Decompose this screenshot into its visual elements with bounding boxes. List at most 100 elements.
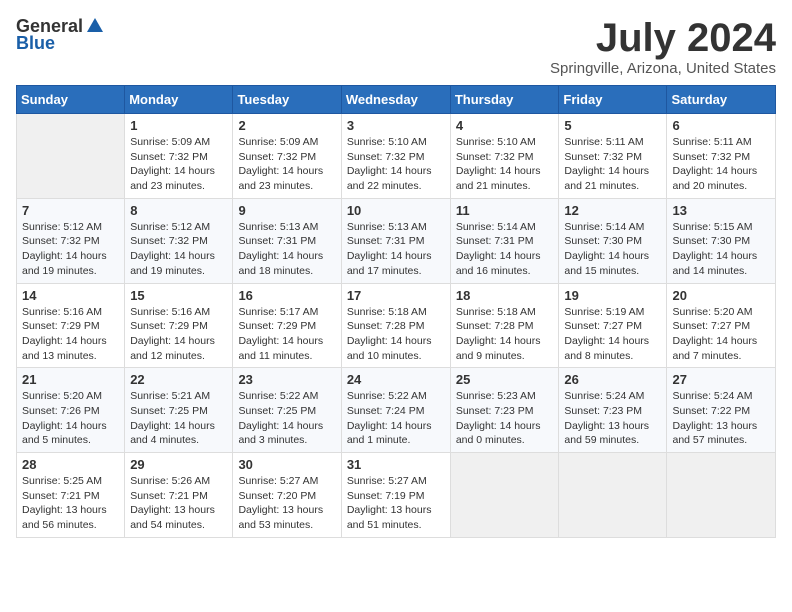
calendar-cell: 27 Sunrise: 5:24 AM Sunset: 7:22 PM Dayli…	[667, 368, 776, 453]
day-number: 18	[456, 288, 554, 303]
day-number: 4	[456, 118, 554, 133]
day-info: Sunrise: 5:16 AM Sunset: 7:29 PM Dayligh…	[130, 305, 227, 364]
day-info: Sunrise: 5:25 AM Sunset: 7:21 PM Dayligh…	[22, 474, 119, 533]
day-info: Sunrise: 5:27 AM Sunset: 7:19 PM Dayligh…	[347, 474, 445, 533]
day-info: Sunrise: 5:23 AM Sunset: 7:23 PM Dayligh…	[456, 389, 554, 448]
day-number: 3	[347, 118, 445, 133]
calendar-cell: 14Sunrise: 5:16 AM Sunset: 7:29 PM Dayli…	[17, 283, 125, 368]
day-info: Sunrise: 5:13 AM Sunset: 7:31 PM Dayligh…	[347, 220, 445, 279]
calendar-cell: 12 Sunrise: 5:14 AM Sunset: 7:30 PM Dayli…	[559, 198, 667, 283]
day-info: Sunrise: 5:20 AM Sunset: 7:27 PM Dayligh…	[672, 305, 770, 364]
day-info: Sunrise: 5:12 AM Sunset: 7:32 PM Dayligh…	[22, 220, 119, 279]
day-info: Sunrise: 5:09 AM Sunset: 7:32 PM Dayligh…	[130, 135, 227, 194]
calendar-table: SundayMondayTuesdayWednesdayThursdayFrid…	[16, 85, 776, 538]
calendar-cell: 9 Sunrise: 5:13 AM Sunset: 7:31 PM Daylig…	[233, 198, 341, 283]
day-number: 12	[564, 203, 661, 218]
day-number: 27	[672, 372, 770, 387]
logo-icon	[85, 16, 105, 36]
week-row-4: 21 Sunrise: 5:20 AM Sunset: 7:26 PM Dayli…	[17, 368, 776, 453]
day-number: 2	[238, 118, 335, 133]
calendar-cell: 25 Sunrise: 5:23 AM Sunset: 7:23 PM Dayli…	[450, 368, 559, 453]
calendar-cell: 13Sunrise: 5:15 AM Sunset: 7:30 PM Dayli…	[667, 198, 776, 283]
week-row-5: 28 Sunrise: 5:25 AM Sunset: 7:21 PM Dayli…	[17, 453, 776, 538]
column-header-sunday: Sunday	[17, 86, 125, 114]
day-number: 8	[130, 203, 227, 218]
calendar-cell: 8Sunrise: 5:12 AM Sunset: 7:32 PM Daylig…	[125, 198, 233, 283]
week-row-1: 1 Sunrise: 5:09 AM Sunset: 7:32 PM Daylig…	[17, 114, 776, 199]
day-number: 31	[347, 457, 445, 472]
calendar-cell: 26 Sunrise: 5:24 AM Sunset: 7:23 PM Dayli…	[559, 368, 667, 453]
day-info: Sunrise: 5:13 AM Sunset: 7:31 PM Dayligh…	[238, 220, 335, 279]
day-info: Sunrise: 5:21 AM Sunset: 7:25 PM Dayligh…	[130, 389, 227, 448]
week-row-3: 14Sunrise: 5:16 AM Sunset: 7:29 PM Dayli…	[17, 283, 776, 368]
calendar-cell: 2Sunrise: 5:09 AM Sunset: 7:32 PM Daylig…	[233, 114, 341, 199]
day-info: Sunrise: 5:27 AM Sunset: 7:20 PM Dayligh…	[238, 474, 335, 533]
column-header-monday: Monday	[125, 86, 233, 114]
day-number: 9	[238, 203, 335, 218]
day-info: Sunrise: 5:10 AM Sunset: 7:32 PM Dayligh…	[347, 135, 445, 194]
calendar-cell: 18 Sunrise: 5:18 AM Sunset: 7:28 PM Dayli…	[450, 283, 559, 368]
day-info: Sunrise: 5:26 AM Sunset: 7:21 PM Dayligh…	[130, 474, 227, 533]
day-number: 10	[347, 203, 445, 218]
day-info: Sunrise: 5:14 AM Sunset: 7:31 PM Dayligh…	[456, 220, 554, 279]
calendar-cell: 20 Sunrise: 5:20 AM Sunset: 7:27 PM Dayli…	[667, 283, 776, 368]
calendar-cell: 24Sunrise: 5:22 AM Sunset: 7:24 PM Dayli…	[341, 368, 450, 453]
calendar-cell	[559, 453, 667, 538]
calendar-cell: 6 Sunrise: 5:11 AM Sunset: 7:32 PM Daylig…	[667, 114, 776, 199]
calendar-cell: 16 Sunrise: 5:17 AM Sunset: 7:29 PM Dayli…	[233, 283, 341, 368]
day-number: 20	[672, 288, 770, 303]
calendar-cell	[667, 453, 776, 538]
day-number: 16	[238, 288, 335, 303]
day-info: Sunrise: 5:18 AM Sunset: 7:28 PM Dayligh…	[456, 305, 554, 364]
calendar-cell: 17Sunrise: 5:18 AM Sunset: 7:28 PM Dayli…	[341, 283, 450, 368]
day-number: 15	[130, 288, 227, 303]
calendar-cell: 1 Sunrise: 5:09 AM Sunset: 7:32 PM Daylig…	[125, 114, 233, 199]
calendar-cell: 31 Sunrise: 5:27 AM Sunset: 7:19 PM Dayli…	[341, 453, 450, 538]
page-header: General Blue July 2024 Springville, Ariz…	[16, 16, 776, 77]
location-title: Springville, Arizona, United States	[550, 60, 776, 77]
day-number: 17	[347, 288, 445, 303]
day-info: Sunrise: 5:16 AM Sunset: 7:29 PM Dayligh…	[22, 305, 119, 364]
day-number: 30	[238, 457, 335, 472]
day-number: 26	[564, 372, 661, 387]
day-number: 11	[456, 203, 554, 218]
calendar-cell: 3 Sunrise: 5:10 AM Sunset: 7:32 PM Daylig…	[341, 114, 450, 199]
day-info: Sunrise: 5:17 AM Sunset: 7:29 PM Dayligh…	[238, 305, 335, 364]
day-info: Sunrise: 5:24 AM Sunset: 7:23 PM Dayligh…	[564, 389, 661, 448]
day-info: Sunrise: 5:14 AM Sunset: 7:30 PM Dayligh…	[564, 220, 661, 279]
day-number: 23	[238, 372, 335, 387]
calendar-cell: 29Sunrise: 5:26 AM Sunset: 7:21 PM Dayli…	[125, 453, 233, 538]
week-row-2: 7Sunrise: 5:12 AM Sunset: 7:32 PM Daylig…	[17, 198, 776, 283]
day-number: 25	[456, 372, 554, 387]
day-number: 6	[672, 118, 770, 133]
month-title: July 2024	[550, 16, 776, 60]
day-info: Sunrise: 5:11 AM Sunset: 7:32 PM Dayligh…	[672, 135, 770, 194]
day-info: Sunrise: 5:20 AM Sunset: 7:26 PM Dayligh…	[22, 389, 119, 448]
day-info: Sunrise: 5:22 AM Sunset: 7:25 PM Dayligh…	[238, 389, 335, 448]
day-number: 28	[22, 457, 119, 472]
day-number: 1	[130, 118, 227, 133]
column-header-friday: Friday	[559, 86, 667, 114]
day-info: Sunrise: 5:11 AM Sunset: 7:32 PM Dayligh…	[564, 135, 661, 194]
title-section: July 2024 Springville, Arizona, United S…	[550, 16, 776, 77]
day-number: 19	[564, 288, 661, 303]
calendar-cell	[450, 453, 559, 538]
calendar-cell: 19Sunrise: 5:19 AM Sunset: 7:27 PM Dayli…	[559, 283, 667, 368]
day-number: 21	[22, 372, 119, 387]
day-info: Sunrise: 5:24 AM Sunset: 7:22 PM Dayligh…	[672, 389, 770, 448]
calendar-cell: 11 Sunrise: 5:14 AM Sunset: 7:31 PM Dayli…	[450, 198, 559, 283]
calendar-cell: 23 Sunrise: 5:22 AM Sunset: 7:25 PM Dayli…	[233, 368, 341, 453]
calendar-cell: 21 Sunrise: 5:20 AM Sunset: 7:26 PM Dayli…	[17, 368, 125, 453]
logo-blue: Blue	[16, 33, 55, 54]
logo: General Blue	[16, 16, 105, 54]
calendar-cell: 10 Sunrise: 5:13 AM Sunset: 7:31 PM Dayli…	[341, 198, 450, 283]
calendar-cell	[17, 114, 125, 199]
calendar-cell: 4Sunrise: 5:10 AM Sunset: 7:32 PM Daylig…	[450, 114, 559, 199]
day-number: 13	[672, 203, 770, 218]
column-header-wednesday: Wednesday	[341, 86, 450, 114]
day-number: 24	[347, 372, 445, 387]
calendar-cell: 22Sunrise: 5:21 AM Sunset: 7:25 PM Dayli…	[125, 368, 233, 453]
column-header-saturday: Saturday	[667, 86, 776, 114]
calendar-cell: 7Sunrise: 5:12 AM Sunset: 7:32 PM Daylig…	[17, 198, 125, 283]
column-header-thursday: Thursday	[450, 86, 559, 114]
